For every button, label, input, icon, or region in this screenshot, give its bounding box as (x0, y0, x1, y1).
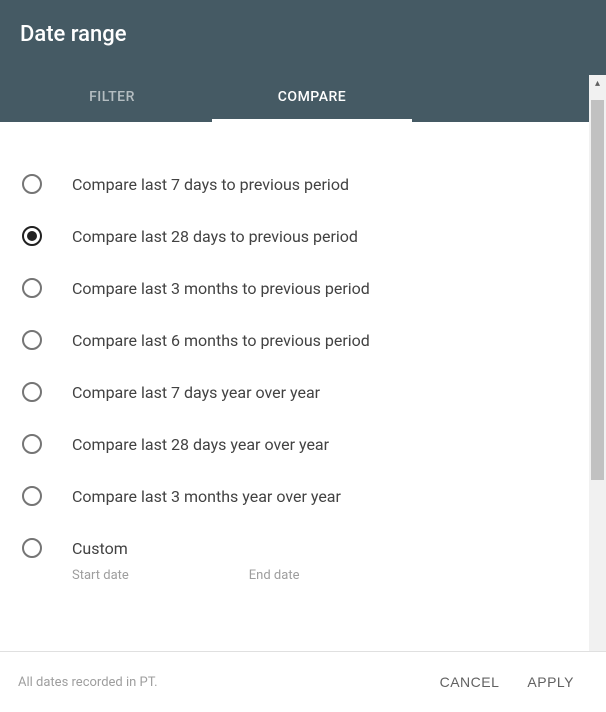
scrollbar-up-icon[interactable]: ▴ (589, 75, 606, 92)
dialog-footer: All dates recorded in PT. CANCEL APPLY (0, 651, 606, 712)
option-label: Compare last 3 months to previous period (72, 279, 370, 298)
tab-compare[interactable]: COMPARE (212, 75, 412, 122)
radio-icon (22, 382, 42, 402)
custom-date-row: Start date End date (22, 568, 596, 603)
radio-icon (22, 486, 42, 506)
dialog-header: Date range FILTER COMPARE (0, 0, 606, 122)
tab-filter[interactable]: FILTER (12, 75, 212, 122)
radio-icon (22, 226, 42, 246)
radio-icon (22, 538, 42, 558)
option-label: Compare last 7 days to previous period (72, 175, 349, 194)
start-date-label[interactable]: Start date (72, 568, 129, 583)
tabs: FILTER COMPARE (0, 75, 606, 122)
end-date-label[interactable]: End date (249, 568, 300, 583)
radio-icon (22, 330, 42, 350)
option-3-months-prev[interactable]: Compare last 3 months to previous period (22, 262, 596, 314)
option-7-days-prev[interactable]: Compare last 7 days to previous period (22, 158, 596, 210)
option-label: Custom (72, 539, 128, 558)
option-6-months-prev[interactable]: Compare last 6 months to previous period (22, 314, 596, 366)
option-3-months-yoy[interactable]: Compare last 3 months year over year (22, 470, 596, 522)
option-custom[interactable]: Custom (22, 522, 596, 574)
scrollbar-thumb[interactable] (591, 100, 604, 480)
radio-icon (22, 434, 42, 454)
option-label: Compare last 28 days to previous period (72, 227, 358, 246)
options-list: Compare last 7 days to previous period C… (0, 122, 606, 650)
option-label: Compare last 3 months year over year (72, 487, 341, 506)
option-label: Compare last 6 months to previous period (72, 331, 370, 350)
option-7-days-yoy[interactable]: Compare last 7 days year over year (22, 366, 596, 418)
dialog-title: Date range (0, 0, 606, 75)
cancel-button[interactable]: CANCEL (426, 666, 514, 698)
option-28-days-prev[interactable]: Compare last 28 days to previous period (22, 210, 596, 262)
apply-button[interactable]: APPLY (513, 666, 588, 698)
radio-icon (22, 278, 42, 298)
option-label: Compare last 28 days year over year (72, 435, 329, 454)
option-label: Compare last 7 days year over year (72, 383, 320, 402)
option-28-days-yoy[interactable]: Compare last 28 days year over year (22, 418, 596, 470)
radio-icon (22, 174, 42, 194)
timezone-note: All dates recorded in PT. (18, 675, 426, 690)
